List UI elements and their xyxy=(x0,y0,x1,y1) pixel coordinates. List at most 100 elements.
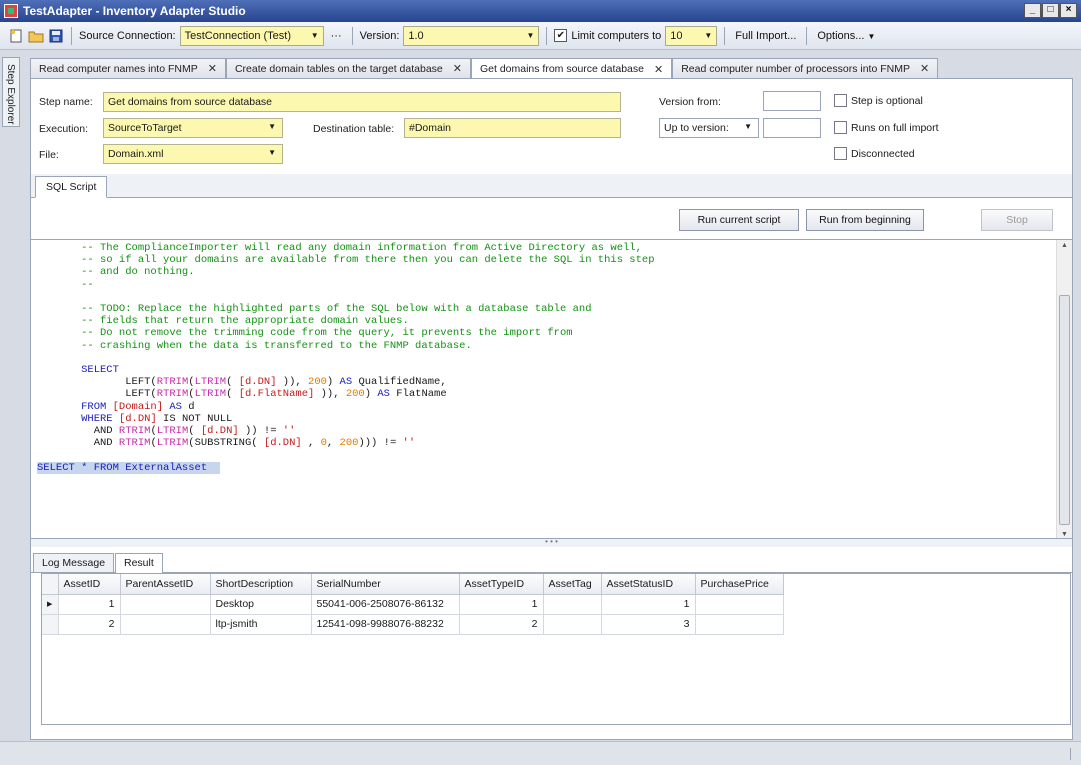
current-row-icon[interactable]: ▶ xyxy=(42,594,59,615)
file-select[interactable]: Domain.xml ▼ xyxy=(103,144,283,164)
column-header[interactable]: AssetStatusID xyxy=(601,574,696,595)
table-cell[interactable]: Desktop xyxy=(210,594,312,615)
tab-result[interactable]: Result xyxy=(115,553,163,574)
more-connections-button[interactable]: ··· xyxy=(328,30,345,42)
table-cell[interactable]: 55041-006-2508076-86132 xyxy=(311,594,460,615)
tab-log-message[interactable]: Log Message xyxy=(33,553,115,573)
execution-value: SourceToTarget xyxy=(108,122,182,134)
version-value: 1.0 xyxy=(408,29,424,42)
step-explorer-tab[interactable]: Step Explorer xyxy=(2,57,20,127)
column-header[interactable]: PurchasePrice xyxy=(695,574,784,595)
execution-label: Execution: xyxy=(39,123,89,135)
step-name-input[interactable]: Get domains from source database xyxy=(103,92,621,112)
table-cell[interactable]: 3 xyxy=(601,614,696,635)
result-grid[interactable]: AssetID ParentAssetID ShortDescription S… xyxy=(41,573,1071,725)
limit-computers-value: 10 xyxy=(670,29,683,42)
version-label: Version: xyxy=(359,29,400,42)
limit-computers-label: Limit computers to xyxy=(571,29,662,42)
source-connection-select[interactable]: TestConnection (Test) ▼ xyxy=(179,25,324,46)
stop-button[interactable]: Stop xyxy=(981,209,1053,231)
chevron-down-icon: ▼ xyxy=(268,148,276,157)
close-tab-icon[interactable]: ✕ xyxy=(920,62,929,75)
table-cell[interactable] xyxy=(543,614,602,635)
column-header[interactable]: AssetID xyxy=(58,574,121,595)
result-tabs: Log Message Result xyxy=(31,553,1072,574)
toolbar-separator xyxy=(724,26,726,45)
editor-scrollbar[interactable]: ▲ ▼ xyxy=(1056,240,1072,538)
table-cell[interactable]: 1 xyxy=(601,594,696,615)
toolbar-separator xyxy=(71,26,72,45)
scrollbar-thumb[interactable] xyxy=(1059,295,1070,525)
full-import-button[interactable]: Full Import... xyxy=(732,30,799,42)
up-to-version-select[interactable]: Up to version: ▼ xyxy=(659,118,759,138)
disconnected-checkbox[interactable]: Disconnected xyxy=(834,147,915,160)
close-tab-icon[interactable]: ✕ xyxy=(453,62,462,75)
tab-read-processors[interactable]: Read computer number of processors into … xyxy=(672,58,939,78)
window-title: TestAdapter - Inventory Adapter Studio xyxy=(23,4,246,18)
table-cell[interactable] xyxy=(695,614,784,635)
tab-label: Create domain tables on the target datab… xyxy=(234,62,443,75)
table-cell[interactable] xyxy=(695,594,784,615)
tab-create-domain-tables[interactable]: Create domain tables on the target datab… xyxy=(225,58,471,78)
row-header[interactable] xyxy=(42,614,59,635)
maximize-button[interactable]: □ xyxy=(1042,3,1059,18)
run-from-beginning-button[interactable]: Run from beginning xyxy=(806,209,924,231)
table-cell[interactable]: 2 xyxy=(58,614,121,635)
table-cell[interactable]: 2 xyxy=(459,614,544,635)
column-header[interactable]: ParentAssetID xyxy=(120,574,211,595)
step-optional-checkbox[interactable]: Step is optional xyxy=(834,94,923,107)
close-tab-icon[interactable]: ✕ xyxy=(654,63,663,76)
result-table: AssetID ParentAssetID ShortDescription S… xyxy=(42,574,784,635)
table-row[interactable]: 2 ltp-jsmith 12541-098-9988076-88232 2 3 xyxy=(42,614,784,635)
close-button[interactable]: × xyxy=(1060,3,1077,18)
row-header-corner xyxy=(42,574,59,595)
sql-code: -- The ComplianceImporter will read any … xyxy=(37,242,655,474)
table-cell[interactable]: 12541-098-9988076-88232 xyxy=(311,614,460,635)
table-cell[interactable] xyxy=(120,614,211,635)
save-icon[interactable] xyxy=(48,28,64,44)
table-cell[interactable]: 1 xyxy=(58,594,121,615)
sql-editor[interactable]: -- The ComplianceImporter will read any … xyxy=(31,239,1072,539)
step-name-label: Step name: xyxy=(39,96,93,108)
tab-sql-script[interactable]: SQL Script xyxy=(35,176,108,198)
toolbar-separator xyxy=(351,26,353,45)
tab-read-computer-names[interactable]: Read computer names into FNMP ✕ xyxy=(30,58,226,78)
left-dock: Step Explorer xyxy=(0,51,22,741)
script-tabs: SQL Script xyxy=(31,174,1072,198)
file-value: Domain.xml xyxy=(108,148,164,160)
run-current-script-button[interactable]: Run current script xyxy=(679,209,799,231)
scroll-down-icon[interactable]: ▼ xyxy=(1061,531,1068,538)
runs-full-import-checkbox[interactable]: Runs on full import xyxy=(834,121,939,134)
execution-select[interactable]: SourceToTarget ▼ xyxy=(103,118,283,138)
open-folder-icon[interactable] xyxy=(28,28,44,44)
tab-get-domains[interactable]: Get domains from source database ✕ xyxy=(470,58,673,79)
limit-computers-checkbox[interactable]: ✔ xyxy=(554,29,568,42)
options-label: Options... xyxy=(817,29,865,42)
options-button[interactable]: Options... ▼ xyxy=(814,30,878,42)
table-cell[interactable]: ltp-jsmith xyxy=(210,614,312,635)
table-cell[interactable] xyxy=(543,594,602,615)
limit-computers-select[interactable]: 10 ▼ xyxy=(665,25,718,46)
version-from-input[interactable] xyxy=(763,91,821,111)
column-header[interactable]: AssetTag xyxy=(543,574,602,595)
step-optional-label: Step is optional xyxy=(851,94,923,107)
up-to-version-input[interactable] xyxy=(763,118,821,138)
minimize-button[interactable]: _ xyxy=(1024,3,1041,18)
close-tab-icon[interactable]: ✕ xyxy=(208,62,217,75)
scroll-up-icon[interactable]: ▲ xyxy=(1061,242,1068,249)
column-header[interactable]: ShortDescription xyxy=(210,574,312,595)
document-tabs: Read computer names into FNMP ✕ Create do… xyxy=(30,58,939,79)
new-file-icon[interactable] xyxy=(8,28,24,44)
table-row[interactable]: ▶ 1 Desktop 55041-006-2508076-86132 1 1 xyxy=(42,594,784,615)
tab-label: Read computer names into FNMP xyxy=(39,62,198,75)
checkbox-box[interactable] xyxy=(834,121,847,134)
panel-splitter[interactable]: • • • xyxy=(31,538,1072,547)
column-header[interactable]: SerialNumber xyxy=(311,574,460,595)
checkbox-box[interactable] xyxy=(834,147,847,160)
checkbox-box[interactable] xyxy=(834,94,847,107)
version-select[interactable]: 1.0 ▼ xyxy=(403,25,540,46)
destination-table-input[interactable]: #Domain xyxy=(404,118,621,138)
column-header[interactable]: AssetTypeID xyxy=(459,574,544,595)
table-cell[interactable] xyxy=(120,594,211,615)
table-cell[interactable]: 1 xyxy=(459,594,544,615)
